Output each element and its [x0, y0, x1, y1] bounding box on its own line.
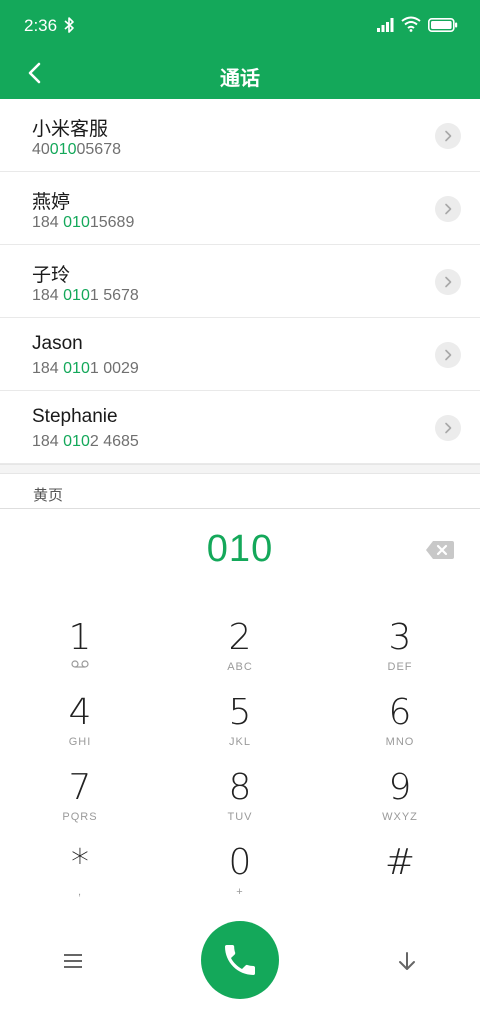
key-letters: GHI [68, 736, 92, 748]
wifi-icon [401, 16, 421, 32]
menu-button[interactable] [58, 947, 88, 975]
key-digit: 1 [68, 617, 92, 658]
contact-number: 184 0101 0029 [32, 360, 139, 377]
contact-number: 184 0102 4685 [32, 433, 139, 450]
chevron-right-icon [445, 130, 452, 142]
key-digit: 3 [388, 617, 412, 658]
list-item[interactable]: Jason 184 0101 0029 [0, 318, 480, 391]
contact-name: Stephanie [32, 406, 118, 427]
chevron-right-icon [445, 203, 452, 215]
key-digit: # [384, 842, 416, 883]
key-digit: 8 [228, 767, 252, 808]
collapse-arrow-icon [399, 952, 415, 970]
contact-number: 4001005678 [32, 141, 121, 158]
dial-key-2[interactable]: 2 ABC [180, 618, 300, 690]
list-item[interactable]: 燕婷 184 01015689 [0, 172, 480, 245]
contact-detail-button[interactable] [435, 269, 461, 295]
key-letters: JKL [229, 736, 251, 748]
dial-key-0[interactable]: 0 + [180, 843, 300, 915]
status-time: 2:36 [24, 16, 58, 35]
contact-detail-button[interactable] [435, 415, 461, 441]
key-digit: 7 [68, 767, 92, 808]
key-letters: MNO [385, 736, 415, 748]
key-letters: PQRS [62, 811, 98, 823]
list-item[interactable]: 子玲 184 0101 5678 [0, 245, 480, 318]
contact-detail-button[interactable] [435, 196, 461, 222]
app-header: 2:36 通话 [0, 0, 480, 99]
chevron-right-icon [445, 422, 452, 434]
contact-list: 小米客服 4001005678 燕婷 184 01015689 子玲 184 0… [0, 99, 480, 464]
key-letters: WXYZ [382, 811, 418, 823]
phone-icon [225, 945, 255, 975]
key-digit: * [71, 842, 89, 883]
contact-name: 燕婷 [32, 192, 71, 213]
list-item[interactable]: 小米客服 4001005678 [0, 99, 480, 172]
dial-key-1[interactable]: 1 [20, 618, 140, 690]
status-bar: 2:36 [0, 0, 480, 52]
dial-key-star[interactable]: * , [20, 843, 140, 915]
key-letters: DEF [387, 661, 413, 673]
dial-key-7[interactable]: 7 PQRS [20, 768, 140, 840]
chevron-right-icon [445, 349, 452, 361]
dial-key-3[interactable]: 3 DEF [340, 618, 460, 690]
contact-number: 184 0101 5678 [32, 287, 139, 304]
dial-number-display: 010 [206, 528, 274, 570]
dial-key-5[interactable]: 5 JKL [180, 693, 300, 765]
contact-name: Jason [32, 333, 83, 354]
dial-key-8[interactable]: 8 TUV [180, 768, 300, 840]
menu-icon [64, 954, 82, 968]
contact-detail-button[interactable] [435, 123, 461, 149]
key-digit: 9 [388, 767, 412, 808]
key-digit: 4 [68, 692, 92, 733]
call-button[interactable] [201, 921, 279, 999]
contact-number: 184 01015689 [32, 214, 135, 231]
key-letters: TUV [227, 811, 253, 823]
bluetooth-icon [64, 17, 74, 33]
key-letters: , [77, 886, 83, 898]
backspace-button[interactable] [425, 539, 455, 561]
section-divider [0, 464, 480, 474]
backspace-icon [426, 541, 454, 559]
chevron-right-icon [445, 276, 452, 288]
signal-icon [377, 18, 394, 32]
list-item[interactable]: Stephanie 184 0102 4685 [0, 391, 480, 464]
key-digit: 5 [228, 692, 252, 733]
voicemail-icon [71, 660, 89, 668]
dial-key-4[interactable]: 4 GHI [20, 693, 140, 765]
yellow-pages-link[interactable]: 黄页 [33, 484, 63, 505]
battery-icon [428, 18, 458, 32]
dial-key-6[interactable]: 6 MNO [340, 693, 460, 765]
contact-detail-button[interactable] [435, 342, 461, 368]
page-title: 通话 [220, 68, 260, 90]
dial-key-hash[interactable]: # [340, 843, 460, 915]
key-digit: 6 [388, 692, 412, 733]
dialpad-divider [0, 508, 480, 509]
contact-name: 子玲 [32, 265, 71, 286]
key-letters: + [236, 886, 244, 898]
dial-key-9[interactable]: 9 WXYZ [340, 768, 460, 840]
key-digit: 2 [228, 617, 252, 658]
key-letters: ABC [227, 661, 253, 673]
key-digit: 0 [228, 842, 252, 883]
collapse-dialpad-button[interactable] [392, 947, 422, 975]
contact-name: 小米客服 [32, 119, 109, 140]
